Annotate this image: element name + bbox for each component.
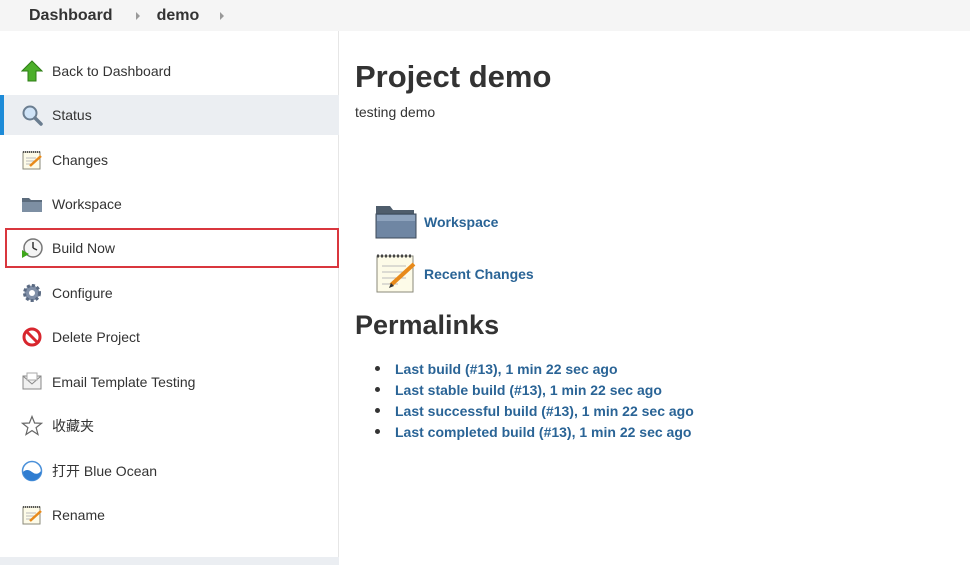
list-item: Last stable build (#13), 1 min 22 sec ag…: [375, 379, 694, 400]
sidebar-item-configure[interactable]: Configure: [0, 273, 339, 313]
list-item: Last build (#13), 1 min 22 sec ago: [375, 358, 694, 379]
sidebar-item-workspace[interactable]: Workspace: [0, 184, 339, 224]
breadcrumb-separator-icon[interactable]: [220, 11, 225, 20]
sidebar-item-label: Email Template Testing: [52, 374, 196, 390]
notepad-icon: [20, 148, 44, 172]
sidebar-item-label: Build Now: [52, 240, 116, 256]
last-successful-build-link[interactable]: Last successful build (#13), 1 min 22 se…: [395, 403, 694, 419]
permalinks-heading: Permalinks: [355, 310, 500, 340]
sidebar-item-label: Delete Project: [52, 329, 140, 345]
recent-changes-link[interactable]: Recent Changes: [424, 266, 534, 282]
project-description: testing demo: [355, 104, 436, 120]
bullet-icon: [375, 408, 380, 413]
sidebar-item-email-template-testing[interactable]: Email Template Testing: [0, 362, 339, 402]
sidebar-item-label: Status: [52, 107, 92, 123]
breadcrumb-separator-icon[interactable]: [135, 11, 140, 20]
last-build-link[interactable]: Last build (#13), 1 min 22 sec ago: [395, 361, 618, 377]
workspace-link-row: Workspace: [374, 200, 498, 244]
main-content: Project demo testing demo Workspace Rece…: [340, 31, 970, 565]
breadcrumb-demo[interactable]: demo: [157, 7, 200, 25]
breadcrumb-dashboard[interactable]: Dashboard: [29, 7, 113, 25]
sidebar-item-label: Workspace: [52, 196, 122, 212]
workspace-link[interactable]: Workspace: [424, 214, 498, 230]
star-icon: [20, 414, 44, 438]
bullet-icon: [375, 429, 380, 434]
gear-icon: [20, 281, 44, 305]
sidebar-item-back-to-dashboard[interactable]: Back to Dashboard: [0, 51, 339, 91]
sidebar-item-rename[interactable]: Rename: [0, 495, 339, 535]
sidebar-item-label: 打开 Blue Ocean: [52, 463, 158, 479]
sidebar-item-label: Changes: [52, 152, 109, 168]
sidebar-item-label: Back to Dashboard: [52, 63, 172, 79]
bullet-icon: [375, 366, 380, 371]
sidebar-item-label: 收藏夹: [52, 418, 94, 434]
sidebar: Back to Dashboard Status Changes Workspa…: [0, 31, 339, 565]
no-entry-icon: [20, 325, 44, 349]
up-arrow-icon: [20, 59, 44, 83]
breadcrumb: Dashboard demo: [0, 0, 970, 31]
envelope-icon: [20, 370, 44, 394]
sidebar-item-label: Configure: [52, 285, 113, 301]
sidebar-item-label: Rename: [52, 507, 105, 523]
bullet-icon: [375, 387, 380, 392]
last-completed-build-link[interactable]: Last completed build (#13), 1 min 22 sec…: [395, 424, 691, 440]
sidebar-item-build-now[interactable]: Build Now: [5, 228, 339, 268]
sidebar-item-blue-ocean[interactable]: 打开 Blue Ocean: [0, 451, 339, 491]
magnifier-icon: [20, 103, 44, 127]
folder-icon[interactable]: [374, 200, 418, 244]
sidebar-item-favorites[interactable]: 收藏夹: [0, 406, 339, 446]
page-title: Project demo: [355, 59, 552, 94]
sidebar-item-delete-project[interactable]: Delete Project: [0, 317, 339, 357]
last-stable-build-link[interactable]: Last stable build (#13), 1 min 22 sec ag…: [395, 382, 662, 398]
notepad-icon: [20, 503, 44, 527]
sidebar-item-status[interactable]: Status: [0, 95, 339, 135]
sidebar-item-changes[interactable]: Changes: [0, 140, 339, 180]
sidebar-footer-panel: [0, 557, 339, 565]
folder-icon: [20, 192, 44, 216]
recent-changes-link-row: Recent Changes: [374, 252, 534, 296]
permalinks-list: Last build (#13), 1 min 22 sec ago Last …: [375, 358, 694, 442]
list-item: Last completed build (#13), 1 min 22 sec…: [375, 421, 694, 442]
blue-ocean-icon: [20, 459, 44, 483]
list-item: Last successful build (#13), 1 min 22 se…: [375, 400, 694, 421]
clock-icon: [20, 236, 44, 260]
notepad-icon[interactable]: [374, 252, 418, 296]
